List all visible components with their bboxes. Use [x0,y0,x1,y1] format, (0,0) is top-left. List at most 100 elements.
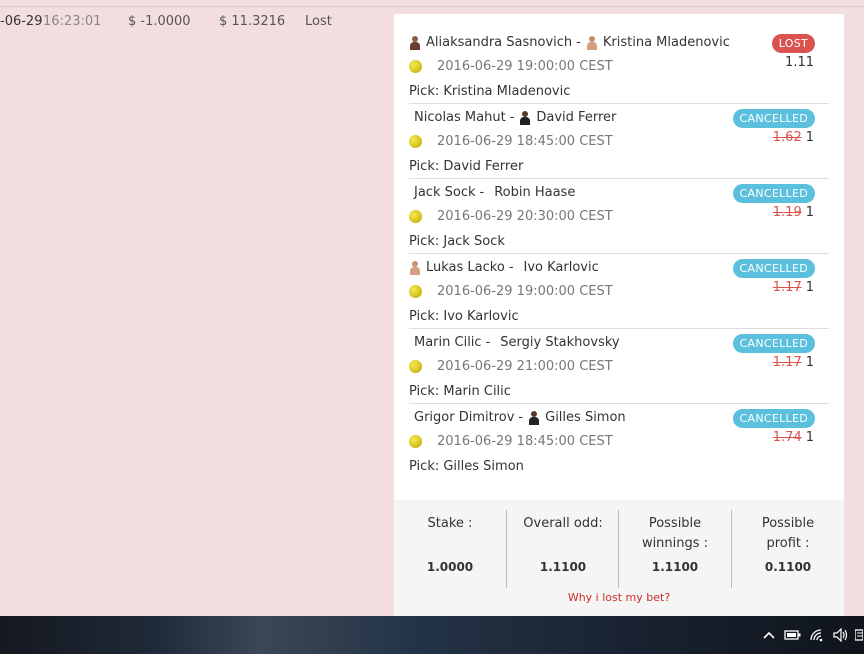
player-two: Kristina Mladenovic [586,35,730,50]
status-badge: CANCELLED [732,334,815,353]
bet-match: Lukas Lacko - Ivo Karlovic [409,260,599,275]
bet-list: Aliaksandra Sasnovich - Kristina Mladeno… [409,29,829,479]
player-one-name: Lukas Lacko [426,260,505,275]
bet-datetime-text: 2016-06-29 19:00:00 CEST [437,59,613,74]
player-two: Sergiy Stakhovsky [495,335,619,350]
bet-odd: 1.17 1 [773,280,814,295]
bet-odd: 1.74 1 [773,430,814,445]
player-two-name: Ivo Karlovic [523,260,599,275]
taskbar [0,616,864,654]
bet-datetime-text: 2016-06-29 21:00:00 CEST [437,359,613,374]
bet-datetime-text: 2016-06-29 20:30:00 CEST [437,209,613,224]
bet-item: Grigor Dimitrov - Gilles Simon 2016-06-2… [409,404,829,479]
vs-separator: - [576,35,581,50]
top-divider [0,6,864,7]
history-status: Lost [305,14,332,29]
tennis-ball-icon [409,210,422,223]
tennis-ball-icon [409,60,422,73]
vs-separator: - [508,260,514,275]
bet-odd: 1.19 1 [773,205,814,220]
player-two-name: Sergiy Stakhovsky [500,335,620,350]
bet-pick: Pick: Marin Cilic [409,384,511,399]
history-time: 16:23:01 [43,14,102,29]
current-odd: 1 [805,430,814,445]
player-two: Gilles Simon [528,410,626,425]
player-one-name: Aliaksandra Sasnovich [426,35,573,50]
bet-datetime: 2016-06-29 20:30:00 CEST [409,209,613,224]
bet-pick: Pick: Gilles Simon [409,459,524,474]
player-one: Nicolas Mahut [409,110,506,125]
possible-winnings-label: Possible winnings : [641,516,709,551]
player-avatar-icon [409,35,421,50]
bet-match: Nicolas Mahut - David Ferrer [409,110,616,125]
vs-separator: - [479,185,485,200]
bet-datetime: 2016-06-29 18:45:00 CEST [409,134,613,149]
tennis-ball-icon [409,285,422,298]
bet-summary: Stake : 1.0000 Overall odd: 1.1100 Possi… [394,500,844,616]
wifi-icon[interactable] [806,624,828,646]
bet-datetime: 2016-06-29 19:00:00 CEST [409,284,613,299]
player-two: David Ferrer [519,110,616,125]
bet-item: Lukas Lacko - Ivo Karlovic 2016-06-29 19… [409,254,829,329]
notification-icon[interactable] [854,624,864,646]
current-odd: 1 [805,280,814,295]
current-odd: 1 [805,355,814,370]
bet-match: Grigor Dimitrov - Gilles Simon [409,410,626,425]
stake-value: 1.0000 [426,560,474,574]
player-two: Robin Haase [489,185,575,200]
history-winnings: $ 11.3216 [219,14,286,29]
bet-match: Marin Cilic - Sergiy Stakhovsky [409,335,620,350]
why-lost-link[interactable]: Why i lost my bet? [394,591,844,604]
bet-match: Aliaksandra Sasnovich - Kristina Mladeno… [409,35,730,50]
vs-separator: - [485,335,491,350]
bet-datetime-text: 2016-06-29 18:45:00 CEST [437,434,613,449]
bet-datetime-text: 2016-06-29 19:00:00 CEST [437,284,613,299]
possible-profit-label: Possible profit : [761,516,815,551]
bet-pick: Pick: Kristina Mladenovic [409,84,571,99]
player-one: Jack Sock [409,185,476,200]
original-odd: 1.17 [772,280,802,295]
bet-odd: 1.11 [785,55,814,70]
status-badge: LOST [771,34,815,53]
battery-icon[interactable] [782,624,804,646]
player-two-name: Kristina Mladenovic [602,35,730,50]
status-badge: CANCELLED [732,184,815,203]
summary-stake: Stake : 1.0000 [394,510,506,588]
player-two-name: David Ferrer [536,110,617,125]
vs-separator: - [518,410,524,425]
summary-overall-odd: Overall odd: 1.1100 [506,510,618,588]
bet-odd: 1.62 1 [773,130,814,145]
current-odd: 1.11 [785,55,814,70]
tennis-ball-icon [409,360,422,373]
overall-odd-label: Overall odd: [523,516,603,531]
overall-odd-value: 1.1100 [539,560,587,574]
player-two: Ivo Karlovic [519,260,599,275]
history-date: -06-29 [0,14,43,29]
summary-possible-profit: Possible profit : 0.1100 [731,510,843,588]
bet-item: Marin Cilic - Sergiy Stakhovsky 2016-06-… [409,329,829,404]
status-badge: CANCELLED [732,109,815,128]
bet-item: Nicolas Mahut - David Ferrer 2016-06-29 … [409,104,829,179]
player-one: Aliaksandra Sasnovich [409,35,572,50]
tennis-ball-icon [409,435,422,448]
player-avatar-icon [528,410,540,425]
bet-match: Jack Sock - Robin Haase [409,185,575,200]
player-one: Marin Cilic [409,335,482,350]
player-one: Grigor Dimitrov [409,410,514,425]
original-odd: 1.19 [772,205,802,220]
original-odd: 1.74 [772,430,802,445]
chevron-up-icon[interactable] [758,624,780,646]
bet-datetime: 2016-06-29 21:00:00 CEST [409,359,613,374]
player-one-name: Grigor Dimitrov [414,410,515,425]
bet-pick: Pick: David Ferrer [409,159,524,174]
volume-icon[interactable] [830,624,852,646]
tennis-ball-icon [409,135,422,148]
bet-pick: Pick: Jack Sock [409,234,505,249]
bet-details-panel: Aliaksandra Sasnovich - Kristina Mladeno… [394,14,844,616]
current-odd: 1 [805,130,814,145]
bet-odd: 1.17 1 [773,355,814,370]
stake-label: Stake : [427,516,473,531]
bet-item: Aliaksandra Sasnovich - Kristina Mladeno… [409,29,829,104]
possible-profit-value: 0.1100 [764,560,812,574]
original-odd: 1.62 [772,130,802,145]
